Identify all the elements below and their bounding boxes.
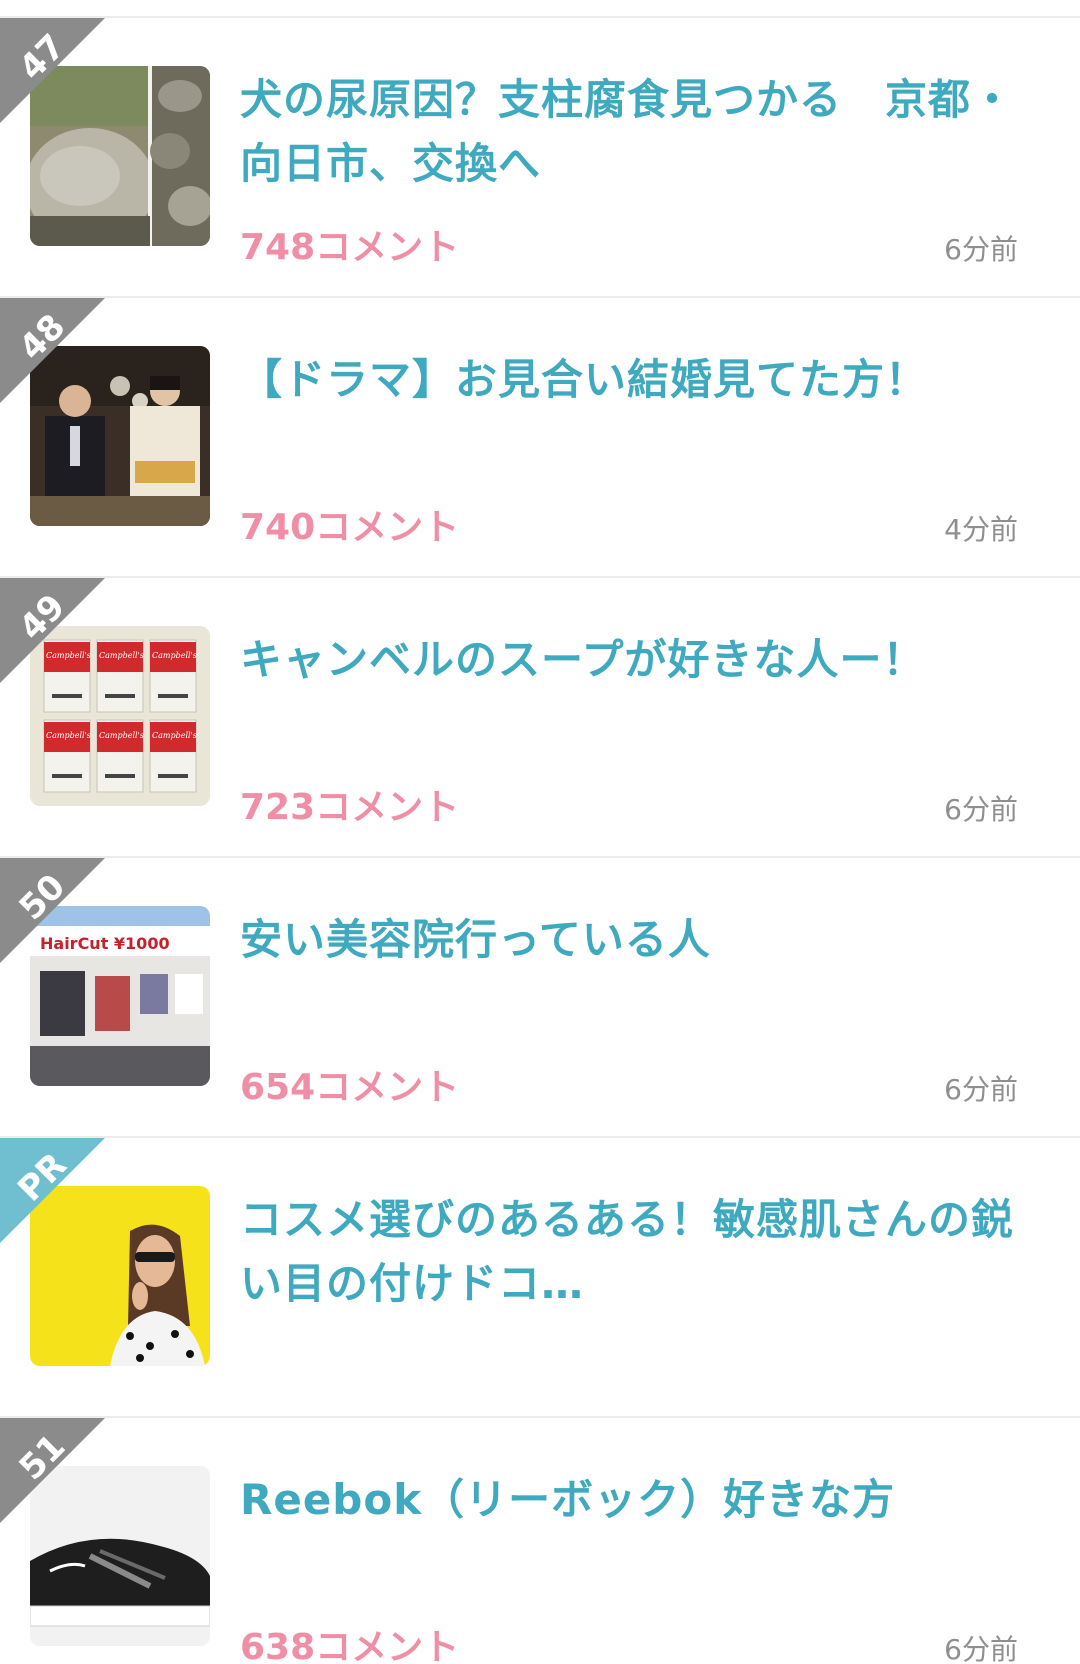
topic-thumbnail[interactable] [30,1186,210,1366]
topic-title[interactable]: キャンベルのスープが好きな人ー！ [240,628,1030,692]
pr-item[interactable]: PR コスメ選びのあるある！敏感肌さんの鋭い目の付けドコ… [0,1138,1080,1418]
haircut-shop-image: HairCut ¥1000 [30,906,210,1086]
timestamp: 6分前 [944,1073,1018,1106]
comment-count: 654コメント [240,1067,460,1108]
topic-title[interactable]: 【ドラマ】お見合い結婚見てた方！ [240,348,1030,412]
topic-thumbnail[interactable]: HairCut ¥1000 [30,906,210,1086]
timestamp: 6分前 [944,233,1018,266]
topic-thumbnail[interactable]: Campbell's Campbell's Campbell's Campbel… [30,626,210,806]
couple-kimono-image [30,346,210,526]
svg-text:Campbell's: Campbell's [152,731,197,740]
svg-text:Campbell's: Campbell's [99,651,144,660]
sneaker-image [30,1466,210,1646]
comment-count: 638コメント [240,1627,460,1664]
svg-text:HairCut ¥1000: HairCut ¥1000 [40,934,170,953]
timestamp: 6分前 [944,1633,1018,1664]
woman-yellow-background-image [30,1186,210,1366]
topic-list: 47 犬の尿原因？支柱腐食見つかる 京都・向日市、交換へ 748コメント 6分前… [0,0,1080,1664]
comment-count: 740コメント [240,507,460,548]
stone-pillar-image [30,66,210,246]
svg-text:Campbell's: Campbell's [152,651,197,660]
soup-cans-image: Campbell's Campbell's Campbell's Campbel… [30,626,210,806]
topic-title[interactable]: 安い美容院行っている人 [240,908,1030,972]
topic-title[interactable]: Reebok（リーボック）好きな方 [240,1468,1030,1532]
topic-item[interactable]: 50 HairCut ¥1000 安い美容院行っている人 654コメント 6分前 [0,858,1080,1138]
topic-item[interactable]: 47 犬の尿原因？支柱腐食見つかる 京都・向日市、交換へ 748コメント 6分前 [0,18,1080,298]
topic-item[interactable]: 51 Reebok（リーボック）好きな方 638コメント 6分前 [0,1418,1080,1664]
svg-text:Campbell's: Campbell's [46,651,91,660]
timestamp: 4分前 [944,513,1018,546]
svg-text:Campbell's: Campbell's [46,731,91,740]
topic-thumbnail[interactable] [30,346,210,526]
timestamp: 6分前 [944,793,1018,826]
topic-thumbnail[interactable] [30,1466,210,1646]
comment-count: 748コメント [240,227,460,268]
topic-title[interactable]: 犬の尿原因？支柱腐食見つかる 京都・向日市、交換へ [240,68,1030,196]
topic-item[interactable]: 49 Campbell's Campbell's Campbell's Camp… [0,578,1080,858]
comment-count: 723コメント [240,787,460,828]
topic-thumbnail[interactable] [30,66,210,246]
topic-title[interactable]: コスメ選びのあるある！敏感肌さんの鋭い目の付けドコ… [240,1188,1030,1316]
svg-text:Campbell's: Campbell's [99,731,144,740]
topic-item[interactable]: 48 【ドラマ】お見合い結婚見てた方！ 740コメント 4分前 [0,298,1080,578]
